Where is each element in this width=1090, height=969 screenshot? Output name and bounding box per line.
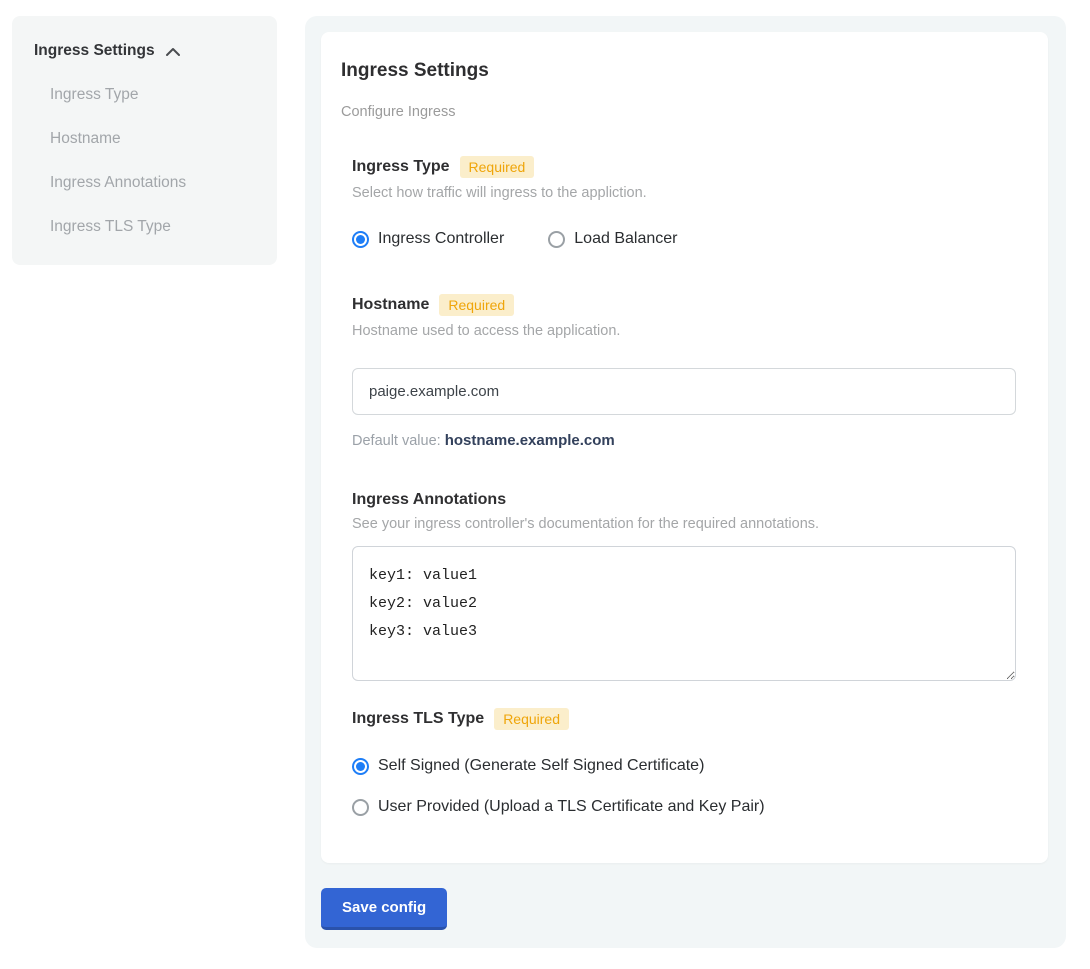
radio-icon[interactable]: [352, 758, 369, 775]
default-value-text: hostname.example.com: [445, 432, 615, 449]
section-head: Ingress Type Required: [352, 156, 1016, 178]
section-help-hostname: Hostname used to access the application.: [352, 323, 1016, 339]
radio-option-ingress-controller[interactable]: Ingress Controller: [352, 230, 504, 248]
ingress-settings-card: Ingress Settings Configure Ingress Ingre…: [321, 32, 1048, 863]
section-help-ingress-annotations: See your ingress controller's documentat…: [352, 516, 1016, 532]
section-ingress-annotations: Ingress Annotations See your ingress con…: [352, 491, 1016, 686]
section-hostname: Hostname Required Hostname used to acces…: [352, 294, 1016, 449]
sidebar-item-ingress-tls-type[interactable]: Ingress TLS Type: [50, 218, 255, 236]
config-panel: Ingress Settings Configure Ingress Ingre…: [305, 16, 1066, 948]
card-subtitle: Configure Ingress: [341, 104, 1028, 120]
ingress-annotations-textarea[interactable]: key1: value1 key2: value2 key3: value3: [352, 546, 1016, 681]
radio-option-load-balancer[interactable]: Load Balancer: [548, 230, 677, 248]
sidebar-group-ingress-settings[interactable]: Ingress Settings: [34, 42, 255, 60]
required-badge: Required: [460, 156, 535, 178]
ingress-type-radio-group: Ingress Controller Load Balancer: [352, 230, 1016, 248]
section-help-ingress-type: Select how traffic will ingress to the a…: [352, 185, 1016, 201]
hostname-input[interactable]: [352, 368, 1016, 415]
default-value-label: Default value:: [352, 433, 441, 449]
sidebar-item-ingress-type[interactable]: Ingress Type: [50, 86, 255, 104]
config-nav-sidebar: Ingress Settings Ingress Type Hostname I…: [12, 16, 277, 265]
form-sections: Ingress Type Required Select how traffic…: [352, 156, 1016, 816]
radio-icon[interactable]: [352, 799, 369, 816]
radio-label: Self Signed (Generate Self Signed Certif…: [378, 757, 704, 775]
hostname-default-line: Default value: hostname.example.com: [352, 432, 1016, 449]
radio-option-user-provided[interactable]: User Provided (Upload a TLS Certificate …: [352, 798, 1016, 816]
radio-label: Ingress Controller: [378, 230, 504, 248]
section-head: Ingress TLS Type Required: [352, 708, 1016, 730]
tls-radio-group: Self Signed (Generate Self Signed Certif…: [352, 757, 1016, 816]
required-badge: Required: [439, 294, 514, 316]
section-heading-ingress-annotations: Ingress Annotations: [352, 491, 506, 509]
radio-option-self-signed[interactable]: Self Signed (Generate Self Signed Certif…: [352, 757, 1016, 775]
sidebar-group-label: Ingress Settings: [34, 42, 155, 60]
save-config-button[interactable]: Save config: [321, 888, 447, 930]
section-ingress-type: Ingress Type Required Select how traffic…: [352, 156, 1016, 248]
radio-icon[interactable]: [352, 231, 369, 248]
radio-label: User Provided (Upload a TLS Certificate …: [378, 798, 765, 816]
section-ingress-tls-type: Ingress TLS Type Required Self Signed (G…: [352, 708, 1016, 816]
card-title: Ingress Settings: [341, 60, 1028, 82]
section-head: Ingress Annotations: [352, 491, 1016, 509]
section-heading-ingress-tls-type: Ingress TLS Type: [352, 710, 484, 728]
sidebar-item-hostname[interactable]: Hostname: [50, 130, 255, 148]
radio-icon[interactable]: [548, 231, 565, 248]
chevron-up-icon[interactable]: [165, 47, 181, 57]
section-heading-ingress-type: Ingress Type: [352, 158, 450, 176]
radio-label: Load Balancer: [574, 230, 677, 248]
section-head: Hostname Required: [352, 294, 1016, 316]
required-badge: Required: [494, 708, 569, 730]
section-heading-hostname: Hostname: [352, 296, 429, 314]
sidebar-item-ingress-annotations[interactable]: Ingress Annotations: [50, 174, 255, 192]
